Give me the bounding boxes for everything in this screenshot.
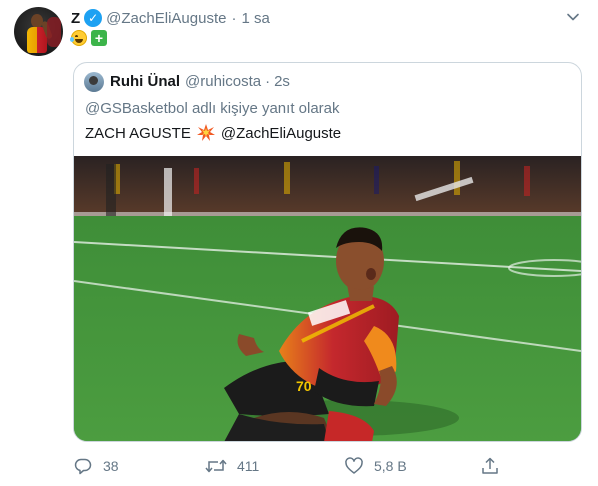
face-with-tears-of-joy-icon bbox=[70, 30, 87, 46]
verified-badge-icon: ✓ bbox=[84, 9, 103, 27]
chevron-down-icon[interactable] bbox=[566, 10, 580, 24]
quoted-text-main: ZACH AGUSTE bbox=[85, 124, 191, 142]
display-name[interactable]: Z bbox=[71, 10, 80, 27]
reply-count: 38 bbox=[103, 458, 119, 474]
retweet-icon[interactable] bbox=[205, 456, 227, 476]
quoted-handle[interactable]: @ruhicosta bbox=[185, 73, 261, 90]
quoted-display-name[interactable]: Ruhi Ünal bbox=[110, 73, 180, 90]
tweet-text: + bbox=[70, 30, 107, 46]
like-action[interactable]: 5,8 B bbox=[344, 456, 407, 476]
quoted-separator-dot: · bbox=[265, 73, 271, 90]
quoted-avatar[interactable] bbox=[84, 72, 104, 92]
reply-action[interactable]: 38 bbox=[73, 456, 119, 476]
share-action[interactable] bbox=[480, 456, 500, 476]
quoted-text: ZACH AGUSTE @ZachEliAuguste bbox=[85, 124, 341, 142]
tweet-header: Z ✓ @ZachEliAuguste · 1 sa bbox=[71, 8, 270, 28]
like-count: 5,8 B bbox=[374, 458, 407, 474]
quoted-tweet[interactable]: Ruhi Ünal @ruhicosta · 2s @GSBasketbol a… bbox=[73, 62, 582, 442]
avatar-background-player bbox=[47, 17, 61, 47]
retweet-action[interactable]: 411 bbox=[205, 456, 259, 476]
svg-text:70: 70 bbox=[296, 378, 312, 394]
quoted-timestamp[interactable]: 2s bbox=[274, 73, 290, 90]
user-handle[interactable]: @ZachEliAuguste bbox=[106, 10, 226, 27]
quoted-mention-link[interactable]: @ZachEliAuguste bbox=[221, 125, 341, 142]
avatar-head bbox=[31, 14, 43, 28]
avatar[interactable] bbox=[14, 7, 63, 56]
football-celebration-photo[interactable]: 70 bbox=[74, 156, 581, 442]
quoted-header: Ruhi Ünal @ruhicosta · 2s bbox=[110, 73, 290, 90]
tweet[interactable]: Z ✓ @ZachEliAuguste · 1 sa + Ruhi Ünal @… bbox=[0, 0, 598, 486]
reply-icon[interactable] bbox=[73, 456, 93, 476]
separator-dot: · bbox=[231, 9, 237, 27]
retweet-count: 411 bbox=[237, 458, 260, 474]
share-icon[interactable] bbox=[480, 456, 500, 476]
heart-icon[interactable] bbox=[344, 456, 364, 476]
green-plus-icon: + bbox=[91, 30, 107, 46]
collision-icon bbox=[196, 124, 215, 141]
reply-context: @GSBasketbol adlı kişiye yanıt olarak bbox=[85, 100, 340, 117]
tweet-timestamp[interactable]: 1 sa bbox=[241, 10, 269, 27]
